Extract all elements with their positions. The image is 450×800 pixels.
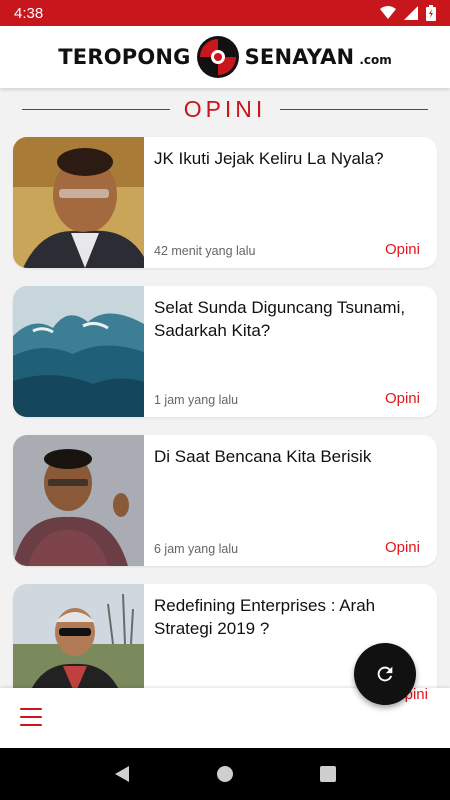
system-navigation-bar xyxy=(0,748,450,800)
logo-text-left: TEROPONG xyxy=(58,45,191,69)
article-title: Selat Sunda Diguncang Tsunami, Sadarkah … xyxy=(154,298,406,340)
section-divider-right xyxy=(280,109,428,110)
article-timestamp: 1 jam yang lalu xyxy=(154,393,239,407)
recents-icon xyxy=(320,766,337,782)
section-divider-left xyxy=(22,109,170,110)
back-button[interactable] xyxy=(107,759,137,789)
battery-icon xyxy=(426,5,436,21)
teropong-senayan-logo: TEROPONG SENAYAN .com xyxy=(58,34,392,80)
status-bar: 4:38 xyxy=(0,0,450,26)
signal-icon xyxy=(404,6,418,20)
article-card[interactable]: Selat Sunda Diguncang Tsunami, Sadarkah … xyxy=(13,286,437,417)
article-thumbnail xyxy=(13,435,144,566)
home-icon xyxy=(216,766,233,782)
hamburger-menu-icon[interactable] xyxy=(20,708,42,726)
article-title: Redefining Enterprises : Arah Strategi 2… xyxy=(154,596,376,638)
camera-shutter-logo-icon xyxy=(196,36,239,78)
back-icon xyxy=(114,766,129,782)
section-title: OPINI xyxy=(183,95,267,122)
article-thumbnail xyxy=(13,137,144,268)
article-feed: JK Ikuti Jejak Keliru La Nyala? 42 menit… xyxy=(13,137,437,733)
article-card[interactable]: JK Ikuti Jejak Keliru La Nyala? 42 menit… xyxy=(13,137,437,268)
refresh-button[interactable] xyxy=(354,643,416,705)
refresh-icon xyxy=(377,666,393,682)
logo-suffix: .com xyxy=(359,52,392,67)
article-category-link[interactable]: Opini xyxy=(385,390,420,407)
article-thumbnail xyxy=(13,286,144,417)
logo-text-right: SENAYAN xyxy=(244,45,355,69)
app-header: TEROPONG SENAYAN .com xyxy=(0,26,450,88)
section-header: OPINI xyxy=(0,94,450,124)
status-time: 4:38 xyxy=(14,4,44,22)
article-timestamp: 42 menit yang lalu xyxy=(154,244,256,258)
article-title: JK Ikuti Jejak Keliru La Nyala? xyxy=(154,149,384,168)
recents-button[interactable] xyxy=(313,759,343,789)
wifi-icon xyxy=(380,6,396,19)
article-title: Di Saat Bencana Kita Berisik xyxy=(154,447,372,466)
home-button[interactable] xyxy=(210,759,240,789)
article-card[interactable]: Di Saat Bencana Kita Berisik 6 jam yang … xyxy=(13,435,437,566)
article-timestamp: 6 jam yang lalu xyxy=(154,542,239,556)
article-category-link[interactable]: Opini xyxy=(385,539,420,556)
article-category-link[interactable]: Opini xyxy=(385,241,420,258)
